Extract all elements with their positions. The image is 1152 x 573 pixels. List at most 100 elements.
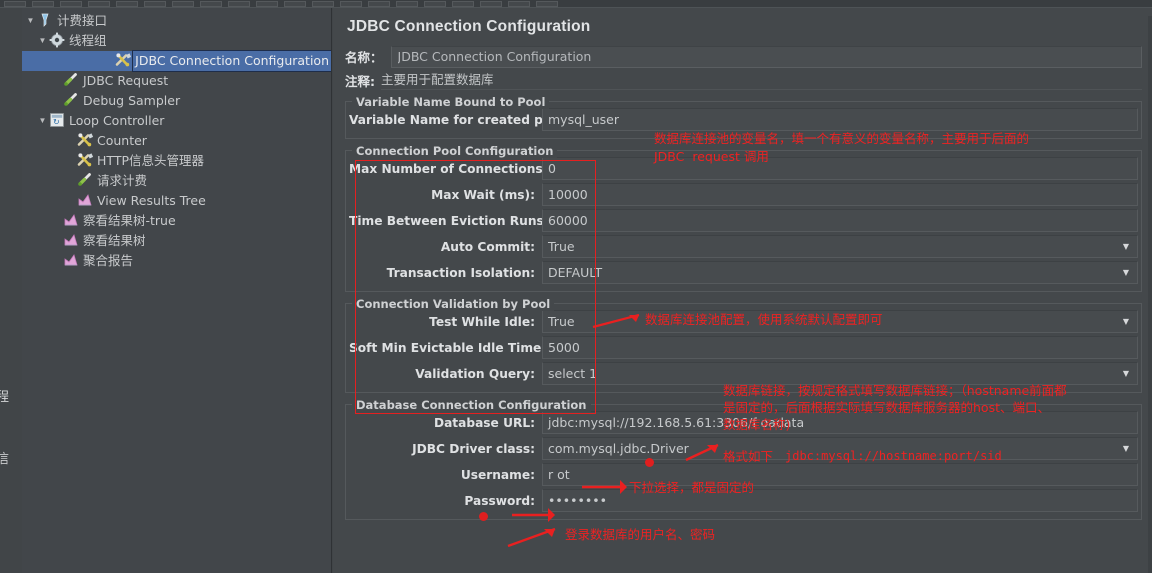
- loop-icon: ↻: [49, 112, 67, 130]
- tree-item-jdbc-request[interactable]: JDBC Request: [22, 71, 331, 91]
- field-input[interactable]: ••••••••: [542, 489, 1138, 512]
- field-label: Validation Query:: [415, 366, 535, 381]
- field-value: 5000: [548, 340, 580, 355]
- tree-item-聚合报告[interactable]: 聚合报告: [22, 251, 331, 271]
- chevron-down-icon[interactable]: ▼: [36, 31, 49, 51]
- toolbar-button-clear[interactable]: [340, 0, 362, 7]
- vertical-scrollbar[interactable]: [1148, 16, 1152, 573]
- anno-credentials: 登录数据库的用户名、密码: [565, 527, 716, 542]
- field-value: select 1: [548, 366, 598, 381]
- field-row: Time Between Eviction Runs (ms): 60000: [349, 208, 1138, 233]
- field-label: Test While Idle:: [429, 314, 535, 329]
- field-value: mysql_user: [548, 112, 620, 127]
- field-dropdown[interactable]: DEFAULT ▼: [542, 261, 1138, 284]
- highlight-top-edge: [355, 160, 596, 161]
- toolbar-button-cut[interactable]: [88, 0, 110, 7]
- comment-label: 注释:: [345, 73, 375, 89]
- field-input[interactable]: mysql_user: [542, 108, 1138, 131]
- toolbar-button-toggle[interactable]: [228, 0, 250, 7]
- field-dropdown[interactable]: com.mysql.jdbc.Driver ▼: [542, 437, 1138, 460]
- chevron-down-icon[interactable]: ▼: [24, 11, 37, 31]
- toolbar-button-more[interactable]: [480, 0, 502, 7]
- tree-item-计费接口[interactable]: ▼ 计费接口: [22, 11, 331, 31]
- toolbar-button-copy[interactable]: [116, 0, 138, 7]
- field-row: Validation Query: select 1 ▼: [349, 361, 1138, 386]
- field-dropdown[interactable]: True ▼: [542, 235, 1138, 258]
- field-input[interactable]: 60000: [542, 209, 1138, 232]
- field-input[interactable]: r ot: [542, 463, 1138, 486]
- toolbar-button-search[interactable]: [396, 0, 418, 7]
- field-value: jdbc:mysql://192.168.5.61:3306/f oadata: [548, 415, 805, 430]
- toolbar-button-new[interactable]: [4, 0, 26, 7]
- chevron-down-icon[interactable]: ▼: [1117, 263, 1135, 282]
- highlight-bottom-edge: [355, 413, 596, 414]
- field-value: r ot: [548, 467, 570, 482]
- clipped-glyph-top: 程: [0, 390, 10, 405]
- tree-item-debug-sampler[interactable]: Debug Sampler: [22, 91, 331, 111]
- field-input[interactable]: jdbc:mysql://192.168.5.61:3306/f oadata: [542, 411, 1138, 434]
- tree-item-请求计费[interactable]: 请求计费: [22, 171, 331, 191]
- tree-item-label: View Results Tree: [97, 193, 206, 208]
- field-row: Soft Min Evictable Idle Time(ms): 5000: [349, 335, 1138, 360]
- pipette-icon: [63, 72, 81, 90]
- field-label: Transaction Isolation:: [386, 265, 535, 280]
- chevron-down-icon[interactable]: ▼: [1117, 364, 1135, 383]
- toolbar-button-paste[interactable]: [144, 0, 166, 7]
- toolbar-button-clear-all[interactable]: [368, 0, 390, 7]
- comment-value[interactable]: 主要用于配置数据库: [381, 71, 1142, 90]
- tree-item-察看结果树-true[interactable]: 察看结果树-true: [22, 211, 331, 231]
- toolbar-button-collapse[interactable]: [200, 0, 222, 7]
- tree-item-http信息头管理器[interactable]: HTTP信息头管理器: [22, 151, 331, 171]
- tree-item-label: JDBC Connection Configuration: [132, 50, 331, 72]
- tree-item-label: 计费接口: [57, 13, 108, 28]
- toolbar-button-save[interactable]: [60, 0, 82, 7]
- highlight-right-edge: [595, 160, 596, 413]
- page-title: JDBC Connection Configuration: [347, 18, 591, 35]
- toolbar-button-start[interactable]: [256, 0, 278, 7]
- name-input[interactable]: [390, 45, 1142, 68]
- toolbar: [0, 0, 1152, 8]
- field-input[interactable]: 10000: [542, 183, 1138, 206]
- toolbar-button-reset[interactable]: [424, 0, 446, 7]
- field-value: True: [548, 314, 575, 329]
- field-row: Username: r ot: [349, 462, 1138, 487]
- tree-item-loop-controller[interactable]: ▼ ↻ Loop Controller: [22, 111, 331, 131]
- toolbar-button-stop[interactable]: [284, 0, 306, 7]
- toolbar-button-extra[interactable]: [508, 0, 530, 7]
- tree-item-label: Counter: [97, 133, 147, 148]
- field-label: Max Wait (ms):: [431, 187, 535, 202]
- tree-item-view-results-tree[interactable]: View Results Tree: [22, 191, 331, 211]
- field-label: Soft Min Evictable Idle Time(ms):: [349, 340, 578, 355]
- test-plan-tree-panel[interactable]: ▼ 计费接口 ▼ 线程组 JDBC Connection Configuration JD…: [22, 8, 332, 573]
- field-row: Auto Commit: True ▼: [349, 234, 1138, 259]
- config-editor-panel[interactable]: JDBC Connection Configuration 名称： 注释: 主要…: [333, 8, 1152, 573]
- tree-item-label: 聚合报告: [83, 253, 134, 268]
- chart-icon: [63, 252, 81, 270]
- tree-item-label: 察看结果树-true: [83, 213, 176, 228]
- field-input[interactable]: 0: [542, 157, 1138, 180]
- test-plan-tree[interactable]: ▼ 计费接口 ▼ 线程组 JDBC Connection Configuration JD…: [22, 8, 331, 271]
- tree-item-察看结果树[interactable]: 察看结果树: [22, 231, 331, 251]
- funnel-icon: [37, 12, 55, 30]
- toolbar-button-help[interactable]: [452, 0, 474, 7]
- field-value: True: [548, 239, 575, 254]
- toolbar-button-open[interactable]: [32, 0, 54, 7]
- tree-item-jdbc-connection-configuration[interactable]: JDBC Connection Configuration: [22, 50, 331, 72]
- toolbar-button-last[interactable]: [536, 0, 558, 7]
- group-database-connection-configuration: Database Connection Configuration Databa…: [345, 398, 1142, 520]
- toolbar-button-shutdown[interactable]: [312, 0, 334, 7]
- chevron-down-icon[interactable]: ▼: [1117, 237, 1135, 256]
- field-dropdown[interactable]: select 1 ▼: [542, 362, 1138, 385]
- tree-item-线程组[interactable]: ▼ 线程组: [22, 31, 331, 51]
- field-value: com.mysql.jdbc.Driver: [548, 441, 689, 456]
- chevron-down-icon[interactable]: ▼: [1117, 312, 1135, 331]
- field-value: ••••••••: [548, 493, 607, 508]
- field-input[interactable]: 5000: [542, 336, 1138, 359]
- tree-item-counter[interactable]: Counter: [22, 131, 331, 151]
- chevron-down-icon[interactable]: ▼: [36, 111, 49, 131]
- field-label: Auto Commit:: [440, 239, 535, 254]
- chevron-down-icon[interactable]: ▼: [1117, 439, 1135, 458]
- toolbar-button-expand[interactable]: [172, 0, 194, 7]
- tree-item-label: Loop Controller: [69, 113, 165, 128]
- field-dropdown[interactable]: True ▼: [542, 310, 1138, 333]
